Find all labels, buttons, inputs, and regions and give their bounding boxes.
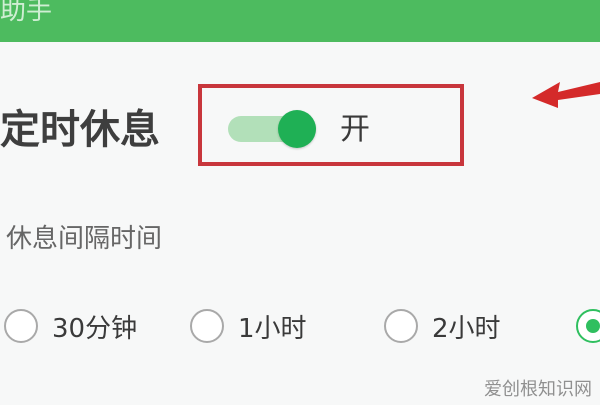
window-titlebar: 助手 xyxy=(0,0,600,42)
toggle-knob xyxy=(278,110,316,148)
radio-label: 2小时 xyxy=(432,313,501,344)
radio-option-selected-partial[interactable] xyxy=(576,306,600,346)
section-title-timed-rest: 定时休息 xyxy=(0,107,160,153)
radio-label: 1小时 xyxy=(238,313,307,344)
timed-rest-toggle[interactable] xyxy=(228,110,320,148)
watermark-text: 爱创根知识网 xyxy=(484,379,592,400)
radio-circle xyxy=(190,309,224,343)
toggle-state-label: 开 xyxy=(340,112,370,147)
radio-circle-selected xyxy=(576,309,600,343)
rest-interval-label: 休息间隔时间 xyxy=(6,224,163,254)
window-title: 助手 xyxy=(0,0,53,26)
radio-label: 30分钟 xyxy=(52,313,138,344)
radio-option-1hour[interactable]: 1小时 xyxy=(190,306,307,346)
red-arrow-icon xyxy=(532,82,600,108)
radio-option-30min[interactable]: 30分钟 xyxy=(4,306,137,346)
radio-option-2hour[interactable]: 2小时 xyxy=(384,306,501,346)
radio-circle xyxy=(4,309,38,343)
radio-circle xyxy=(384,309,418,343)
